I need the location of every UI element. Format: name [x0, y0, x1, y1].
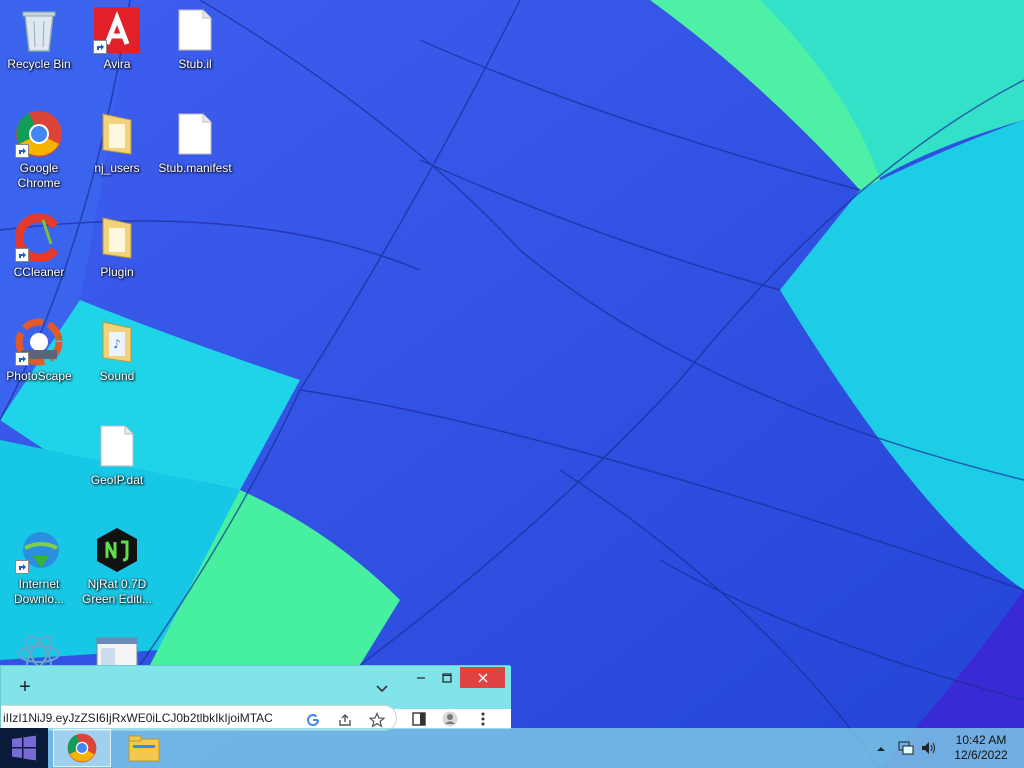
file-icon [93, 422, 141, 470]
volume-icon[interactable] [921, 740, 937, 756]
desktop-icon-stub-manifest[interactable]: Stub.manifest [156, 110, 234, 176]
start-button[interactable] [0, 728, 48, 768]
recycle-bin-icon [15, 6, 63, 54]
desktop-icon-label: Stub.il [178, 57, 212, 71]
desktop-icon-label: Internet Downlo... [13, 577, 65, 606]
chrome-toolbar: iIIzI1NiJ9.eyJzZSI6IjRxWE0iLCJ0b2tlbkIkI… [1, 705, 511, 731]
avira-icon [93, 6, 141, 54]
desktop-icon-label: Google Chrome [17, 161, 61, 190]
desktop-icon-photoscape[interactable]: PhotoScape [0, 318, 78, 384]
shortcut-arrow-icon [15, 248, 29, 262]
clock-time: 10:42 AM [955, 733, 1007, 747]
chrome-icon [15, 110, 63, 158]
close-icon [478, 673, 487, 682]
clock-date: 12/6/2022 [954, 748, 1008, 762]
desktop-icon-label: Recycle Bin [7, 57, 71, 71]
desktop-icon-label: CCleaner [13, 265, 65, 279]
chrome-titlebar[interactable]: + [1, 666, 511, 709]
desktop-icon-avira[interactable]: Avira [78, 6, 156, 72]
taskbar-chrome-button[interactable] [53, 729, 111, 767]
desktop-icon-google-chrome[interactable]: Google Chrome [0, 110, 78, 191]
chrome-icon [67, 733, 97, 763]
svg-text:♪: ♪ [113, 337, 121, 351]
maximize-button[interactable] [435, 667, 459, 688]
taskbar-clock[interactable]: 10:42 AM 12/6/2022 [944, 733, 1018, 763]
desktop-icon-label: NjRat 0.7D Green Editi... [81, 577, 153, 606]
desktop-icon-label: Avira [103, 57, 131, 71]
file-icon [171, 110, 219, 158]
share-icon[interactable] [337, 712, 353, 728]
desktop-icon-label: nj_users [94, 161, 140, 175]
folder-icon: ♪ [93, 318, 141, 366]
desktop-icon-njrat[interactable]: NjRat 0.7D Green Editi... [78, 526, 156, 607]
shortcut-arrow-icon [15, 560, 29, 574]
photoscape-icon [15, 318, 63, 366]
desktop-icon-nj-users[interactable]: nj_users [78, 110, 156, 176]
shortcut-arrow-icon [15, 352, 29, 366]
taskbar-file-explorer-button[interactable] [115, 729, 173, 767]
profile-avatar-icon[interactable] [442, 711, 458, 727]
bookmark-star-icon[interactable] [368, 712, 386, 728]
file-explorer-icon [128, 735, 160, 762]
taskbar: 10:42 AM 12/6/2022 [0, 728, 1024, 768]
desktop-icon-label: Stub.manifest [158, 161, 232, 175]
desktop-icon-plugin[interactable]: Plugin [78, 214, 156, 280]
shortcut-arrow-icon [93, 40, 107, 54]
desktop-icon-label: PhotoScape [6, 369, 72, 383]
desktop-icon-stub-il[interactable]: Stub.il [156, 6, 234, 72]
desktop-icon-sound[interactable]: ♪ Sound [78, 318, 156, 384]
desktop-icon-label: Sound [99, 369, 135, 383]
desktop-icon-label: GeoIP.dat [90, 473, 144, 487]
minimize-button[interactable] [409, 667, 433, 688]
chrome-window[interactable]: + iIIzI1NiJ9.eyJzZSI6IjRxWE0iLCJ0b2tlbkI… [0, 665, 511, 731]
close-button[interactable] [460, 667, 505, 688]
njrat-icon [93, 526, 141, 574]
address-bar-url[interactable]: iIIzI1NiJ9.eyJzZSI6IjRxWE0iLCJ0b2tlbkIkI… [3, 711, 298, 725]
desktop-icon-recycle-bin[interactable]: Recycle Bin [0, 6, 78, 72]
desktop-icon-geoip-dat[interactable]: GeoIP.dat [78, 422, 156, 488]
desktop-icon-internet-download-manager[interactable]: Internet Downlo... [0, 526, 78, 607]
folder-icon [93, 214, 141, 262]
shortcut-arrow-icon [15, 144, 29, 158]
network-icon[interactable] [898, 740, 914, 756]
side-panel-icon[interactable] [411, 711, 427, 727]
windows-logo-icon [12, 735, 36, 761]
show-hidden-icons-button[interactable] [875, 742, 887, 754]
tab-search-icon[interactable] [374, 680, 390, 696]
ccleaner-icon [15, 214, 63, 262]
folder-icon [93, 110, 141, 158]
file-icon [171, 6, 219, 54]
new-tab-button[interactable]: + [15, 677, 35, 698]
chrome-menu-icon[interactable] [475, 711, 491, 727]
desktop-icon-ccleaner[interactable]: CCleaner [0, 214, 78, 280]
internet-download-manager-icon [15, 526, 63, 574]
google-lens-icon[interactable] [305, 712, 321, 728]
desktop-icon-label: Plugin [100, 265, 134, 279]
